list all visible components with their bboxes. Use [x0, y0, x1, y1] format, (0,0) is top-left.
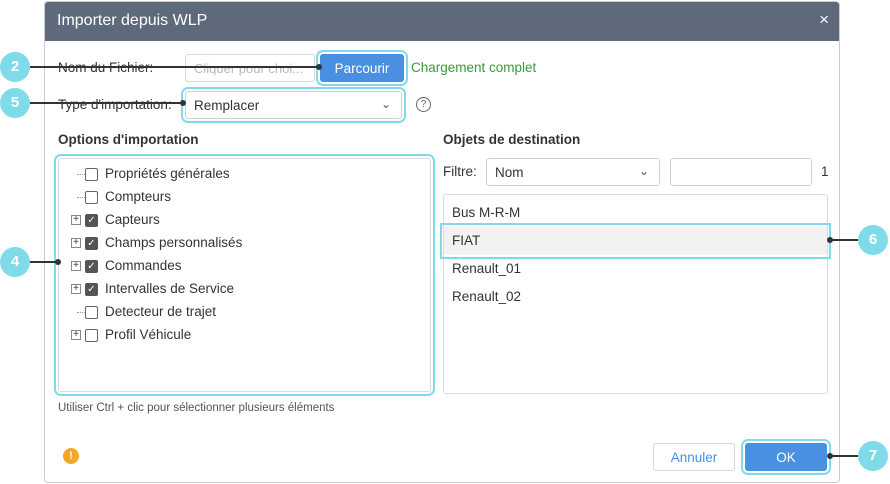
dialog-title: Importer depuis WLP	[57, 12, 208, 29]
callout-2-leader	[30, 66, 318, 68]
callout-6-dot	[827, 237, 833, 243]
list-item[interactable]: Renault_01	[444, 255, 827, 283]
import-type-select[interactable]: Remplacer ⌄	[181, 87, 406, 123]
option-label: Commandes	[105, 258, 182, 273]
callout-5-leader	[30, 102, 182, 104]
callout-6: 6	[858, 225, 888, 255]
list-item[interactable]: Bus M-R-M	[444, 199, 827, 227]
help-icon[interactable]: ?	[416, 97, 431, 112]
upload-status: Chargement complet	[411, 60, 537, 75]
import-type-label: Type d'importation:	[58, 97, 172, 112]
option-checkbox[interactable]: ✓	[85, 283, 98, 296]
import-type-value: Remplacer	[194, 98, 260, 113]
filter-input[interactable]	[670, 158, 812, 186]
option-label: Profil Véhicule	[105, 327, 192, 342]
dialog-titlebar: Importer depuis WLP ×	[45, 2, 839, 41]
import-options-tree: Propriétés générales Compteurs + ✓ Capteurs +…	[54, 154, 435, 396]
option-checkbox[interactable]: ✓	[85, 260, 98, 273]
expand-icon[interactable]: +	[71, 284, 81, 294]
destination-heading: Objets de destination	[443, 132, 581, 147]
option-label: Intervalles de Service	[105, 281, 235, 296]
option-checkbox[interactable]	[85, 306, 98, 319]
callout-5-dot	[180, 100, 186, 106]
chevron-down-icon: ⌄	[380, 97, 391, 111]
expand-icon[interactable]: +	[71, 330, 81, 340]
ok-button[interactable]: OK	[741, 439, 831, 475]
file-name-input[interactable]: Cliquer pour choi...	[185, 54, 315, 82]
list-item[interactable]: FIAT	[440, 223, 831, 259]
callout-4: 4	[0, 247, 30, 277]
import-dialog: Importer depuis WLP × Nom du Fichier: Cl…	[44, 1, 840, 483]
filter-select[interactable]: Nom ⌄	[486, 158, 660, 186]
callout-5: 5	[0, 88, 30, 118]
tree-connector	[77, 197, 85, 198]
tree-connector	[77, 174, 85, 175]
option-label: Champs personnalisés	[105, 235, 243, 250]
callout-4-dot	[55, 259, 61, 265]
expand-icon[interactable]: +	[71, 215, 81, 225]
option-label: Detecteur de trajet	[105, 304, 217, 319]
close-icon[interactable]: ×	[819, 10, 829, 30]
option-checkbox[interactable]	[85, 168, 98, 181]
multi-select-hint: Utiliser Ctrl + clic pour sélectionner p…	[58, 402, 335, 414]
options-heading: Options d'importation	[58, 132, 199, 147]
option-label: Compteurs	[105, 189, 172, 204]
callout-6-leader	[830, 239, 858, 241]
expand-icon[interactable]: +	[71, 261, 81, 271]
browse-button[interactable]: Parcourir	[316, 50, 408, 86]
object-count: 1	[821, 164, 829, 179]
option-checkbox[interactable]	[85, 191, 98, 204]
callout-4-leader	[30, 261, 57, 263]
callout-2-dot	[316, 64, 322, 70]
callout-2: 2	[0, 52, 30, 82]
option-label: Propriétés générales	[105, 166, 230, 181]
list-item[interactable]: Renault_02	[444, 283, 827, 311]
callout-7: 7	[858, 441, 888, 471]
callout-7-leader	[830, 455, 858, 457]
filter-label: Filtre:	[443, 164, 477, 179]
warning-icon: !	[63, 448, 79, 464]
cancel-button[interactable]: Annuler	[653, 443, 735, 471]
option-label: Capteurs	[105, 212, 160, 227]
filter-value: Nom	[495, 165, 524, 180]
option-checkbox[interactable]	[85, 329, 98, 342]
callout-7-dot	[827, 453, 833, 459]
tree-connector	[77, 312, 85, 313]
option-checkbox[interactable]: ✓	[85, 214, 98, 227]
chevron-down-icon: ⌄	[638, 164, 649, 178]
expand-icon[interactable]: +	[71, 238, 81, 248]
option-checkbox[interactable]: ✓	[85, 237, 98, 250]
destination-list: Bus M-R-M FIAT Renault_01 Renault_02	[440, 194, 831, 394]
